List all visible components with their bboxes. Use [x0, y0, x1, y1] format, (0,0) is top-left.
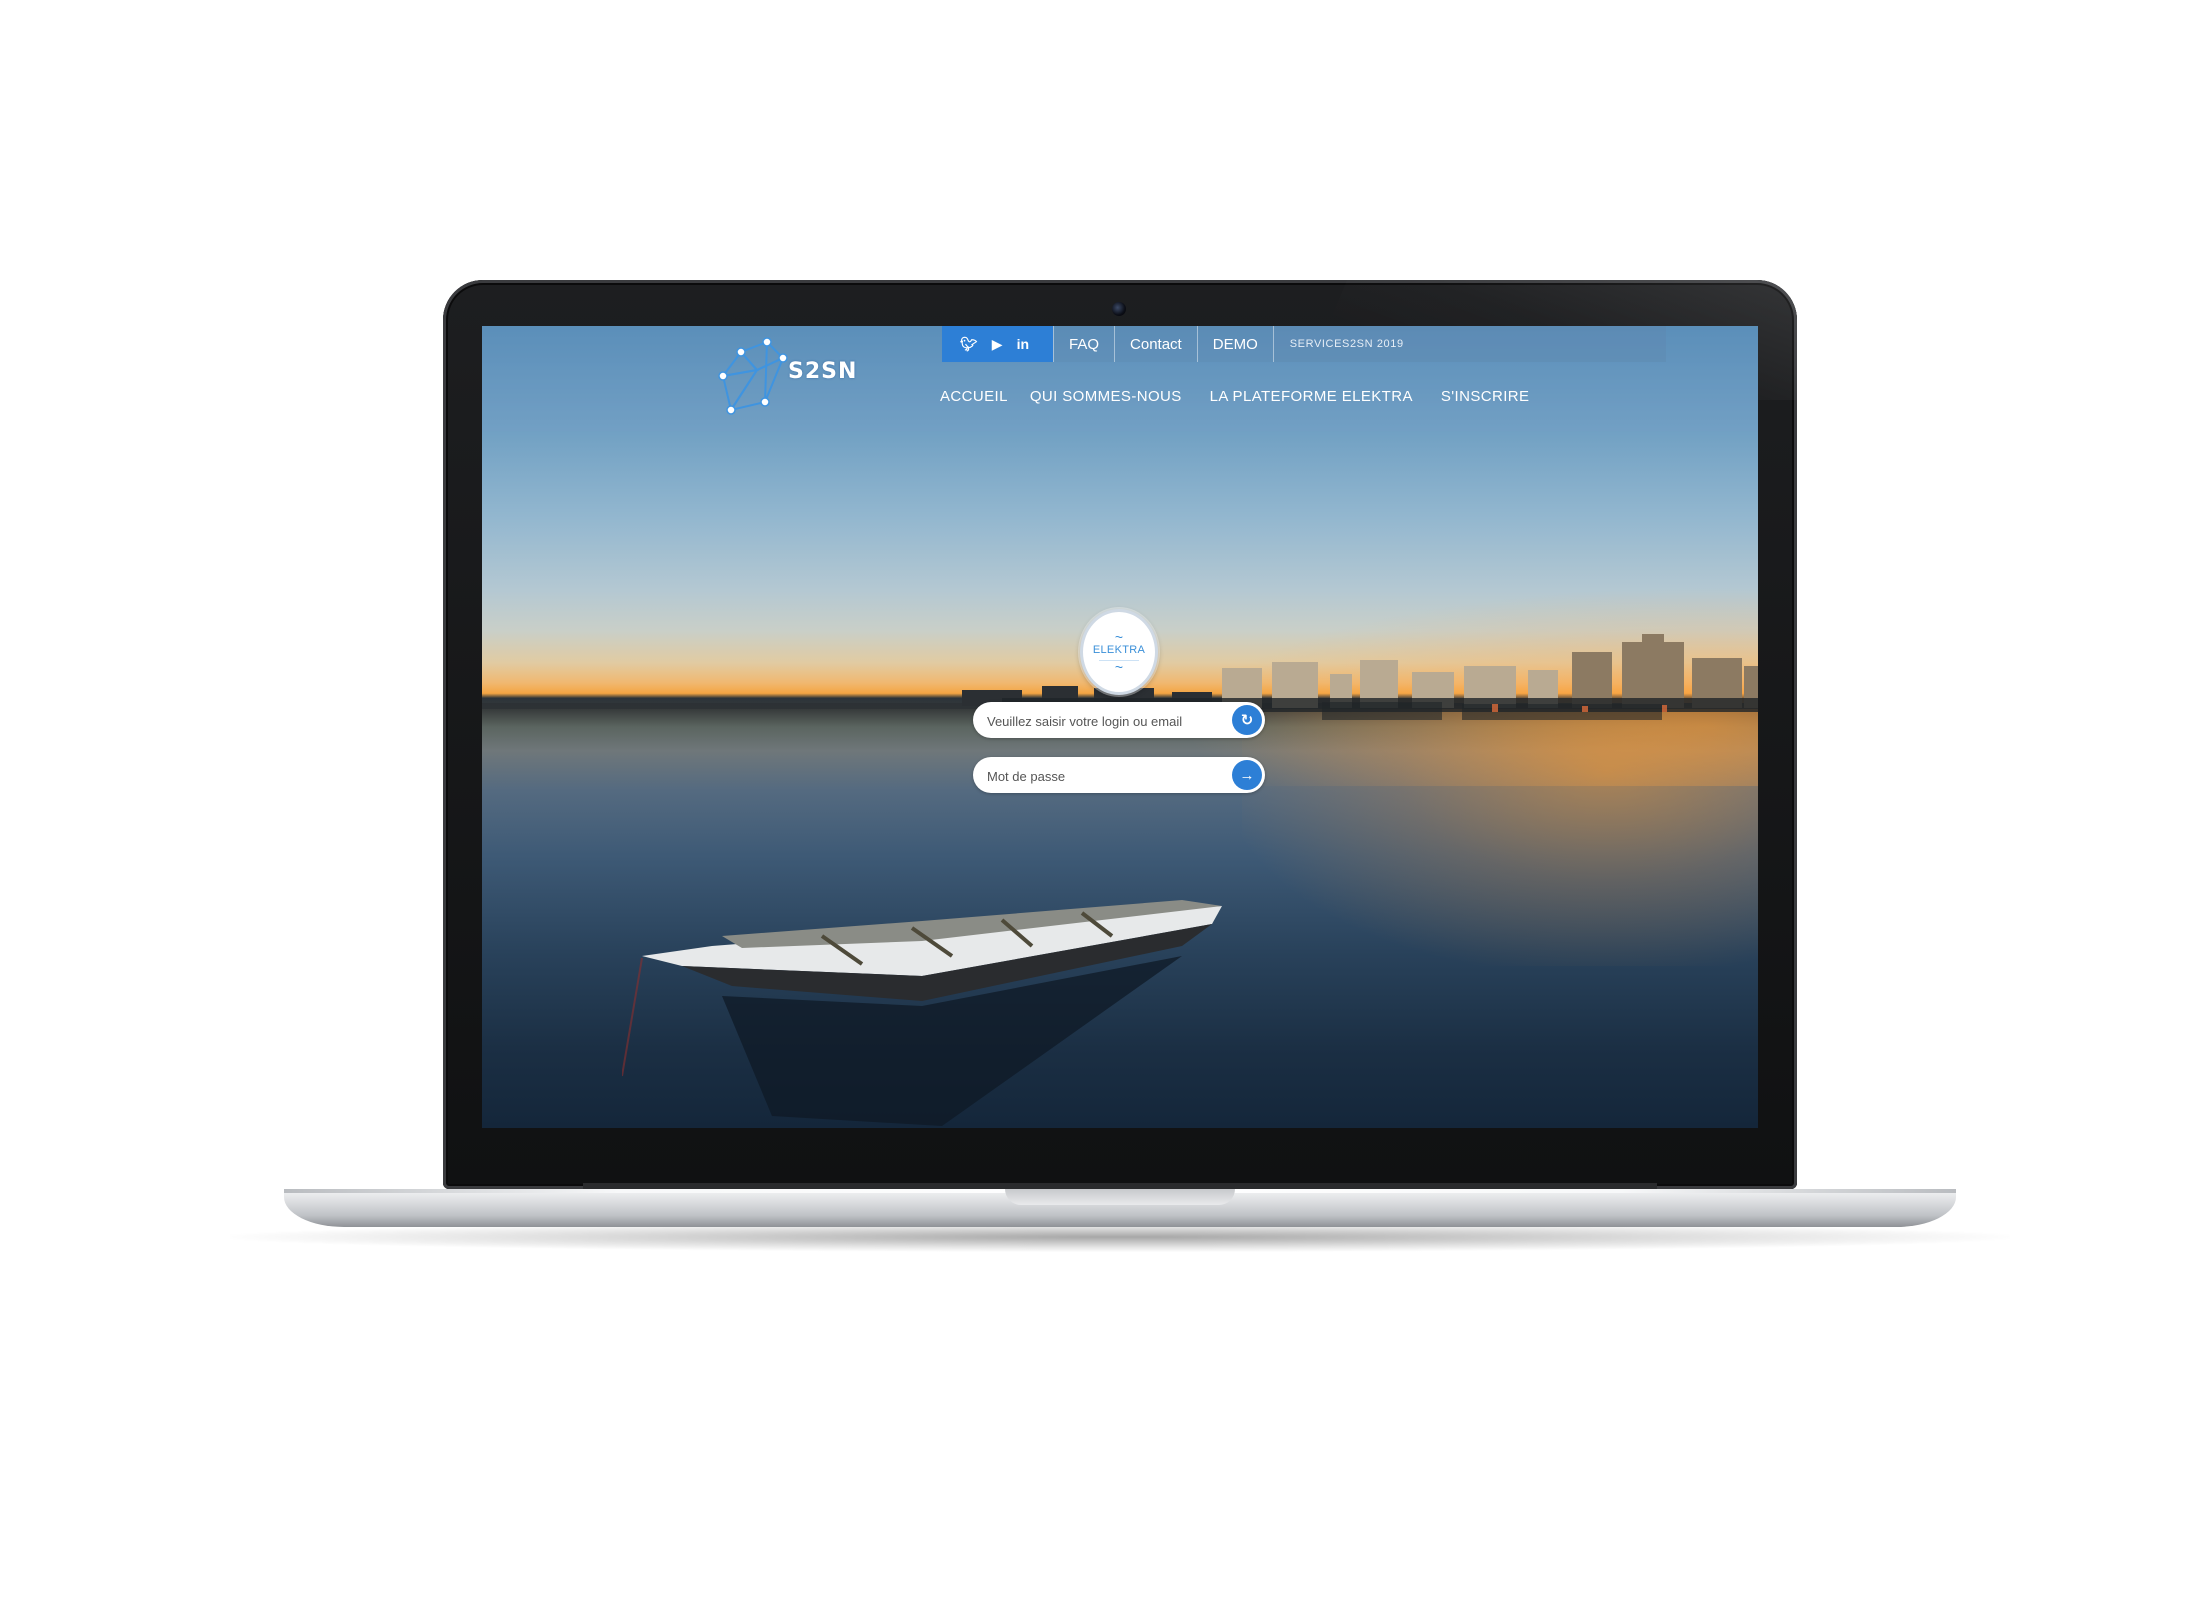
demo-link[interactable]: DEMO	[1196, 326, 1273, 362]
badge-title: ELEKTRA	[1092, 644, 1146, 656]
nav-inscrire[interactable]: S'INSCRIRE	[1441, 388, 1530, 405]
thumb-notch	[1005, 1189, 1235, 1205]
contact-link[interactable]: Contact	[1114, 326, 1197, 362]
elektra-badge: ~ ELEKTRA —————————— ~	[1080, 609, 1158, 695]
top-bar: 🐦︎ ▶ in FAQ Contact DEMO SERVICES2SN 201…	[942, 326, 1666, 362]
nav-plateforme-elektra[interactable]: LA PLATEFORME ELEKTRA	[1210, 388, 1413, 405]
laptop-mockup: S2SN 🐦︎ ▶ in FAQ Contact DEMO SERVICES2S…	[0, 0, 2200, 1600]
password-field: →	[973, 757, 1265, 795]
laptop-screen: S2SN 🐦︎ ▶ in FAQ Contact DEMO SERVICES2S…	[482, 326, 1758, 1128]
faq-link[interactable]: FAQ	[1053, 326, 1114, 362]
submit-arrow-icon[interactable]: →	[1232, 760, 1262, 790]
linkedin-icon[interactable]: in	[1017, 337, 1029, 351]
copyright-text: SERVICES2SN 2019	[1272, 326, 1666, 362]
laptop-base	[284, 1189, 1956, 1227]
login-input[interactable]	[985, 702, 1219, 740]
brand-name[interactable]: S2SN	[788, 359, 857, 384]
reset-icon[interactable]: ↻	[1232, 705, 1262, 735]
pirogue-boat	[622, 900, 1222, 1126]
password-input[interactable]	[985, 757, 1219, 795]
login-field: ↻	[973, 702, 1265, 740]
webcam	[1112, 302, 1126, 316]
social-links: 🐦︎ ▶ in	[942, 326, 1054, 362]
nav-qui-sommes-nous[interactable]: QUI SOMMES-NOUS	[1030, 388, 1182, 405]
nav-accueil[interactable]: ACCUEIL	[940, 388, 1008, 405]
wave-icon-bottom: ~	[1114, 659, 1124, 675]
main-nav: ACCUEIL QUI SOMMES-NOUS LA PLATEFORME EL…	[940, 388, 1551, 405]
wave-icon: ~	[1114, 629, 1124, 645]
twitter-icon[interactable]: 🐦︎	[960, 337, 978, 351]
youtube-icon[interactable]: ▶	[992, 337, 1003, 351]
